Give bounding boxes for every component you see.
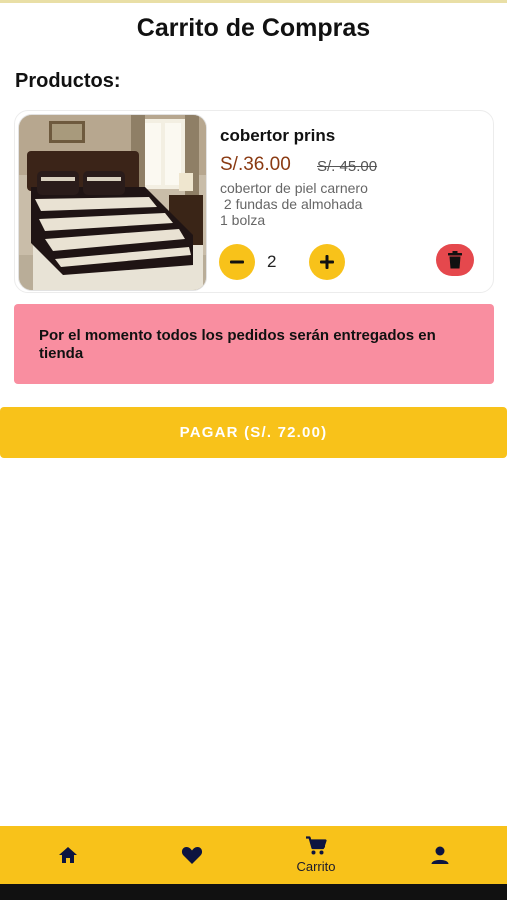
description-line: 2 fundas de almohada xyxy=(220,196,363,212)
description-line: 1 bolza xyxy=(220,212,266,228)
nav-home[interactable] xyxy=(44,826,92,884)
nav-profile[interactable] xyxy=(416,826,464,884)
cart-icon xyxy=(306,836,327,855)
trash-icon xyxy=(448,251,462,269)
notice-text: Por el momento todos los pedidos serán e… xyxy=(39,327,436,362)
product-price: S/.36.00 xyxy=(220,154,291,175)
system-home-bar xyxy=(0,884,507,900)
nav-cart-label: Carrito xyxy=(296,859,336,874)
plus-icon xyxy=(320,255,334,269)
person-icon xyxy=(431,846,449,864)
status-divider xyxy=(0,0,507,3)
page-title: Carrito de Compras xyxy=(136,14,371,42)
nav-cart[interactable]: Carrito xyxy=(280,826,352,884)
pay-button-label: PAGAR (S/. 72.00) xyxy=(179,424,328,441)
increase-quantity-button[interactable] xyxy=(309,244,345,280)
home-icon xyxy=(59,847,77,863)
heart-icon xyxy=(181,847,203,864)
cart-item-card: cobertor prins S/.36.00 S/. 45.00 cobert… xyxy=(14,110,494,293)
delete-item-button[interactable] xyxy=(436,244,474,276)
quantity-value: 2 xyxy=(267,252,277,271)
decrease-quantity-button[interactable] xyxy=(219,244,255,280)
minus-icon xyxy=(230,260,244,264)
delivery-notice: Por el momento todos los pedidos serán e… xyxy=(14,304,494,384)
product-name: cobertor prins xyxy=(220,126,336,145)
pay-button[interactable]: PAGAR (S/. 72.00) xyxy=(0,407,507,458)
product-image[interactable] xyxy=(18,114,207,291)
product-description: cobertor de piel carnero 2 fundas de alm… xyxy=(220,180,470,228)
bottom-navigation: Carrito xyxy=(0,826,507,884)
product-old-price: S/. 45.00 xyxy=(317,158,378,175)
nav-favorites[interactable] xyxy=(168,826,216,884)
products-section-label: Productos: xyxy=(15,70,121,92)
description-line: cobertor de piel carnero xyxy=(220,180,368,196)
